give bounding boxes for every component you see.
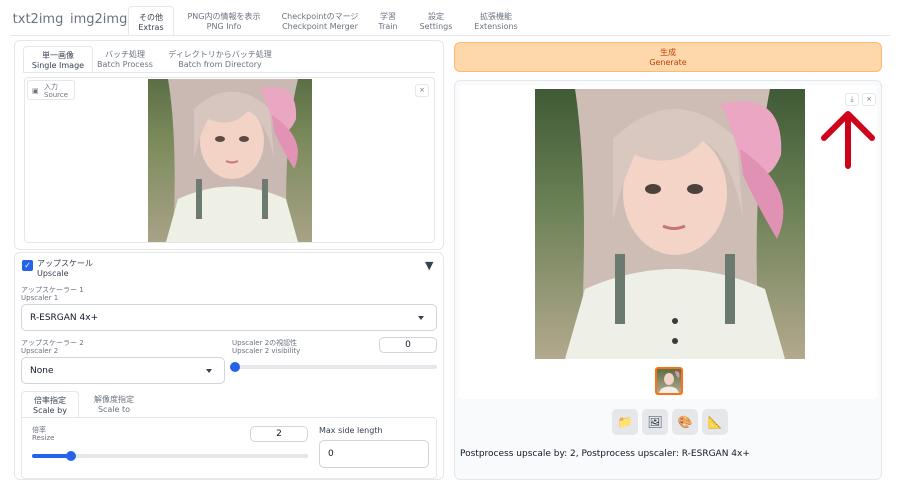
resize-label: 倍率 Resize [32,426,54,442]
tab-label-jp: Checkpointのマージ [281,12,359,21]
chevron-down-icon [206,368,212,373]
tab-label-en: Scale by [33,406,67,415]
upscale-panel: ✓ アップスケール Upscale ▼ アップスケーラー 1 Upscaler … [14,252,444,480]
tab-settings[interactable]: 設定 Settings [414,6,458,34]
generate-label-en: Generate [649,58,687,67]
visibility-label-jp: Upscaler 2の視認性 [232,339,298,347]
tab-label-jp: 拡張機能 [480,12,512,21]
subtab-single-image[interactable]: 単一画像 Single Image [23,46,93,72]
upscale-label-en: Upscale [37,269,69,278]
generation-info-text: Postprocess upscale by: 2, Postprocess u… [460,449,750,459]
resize-label-en: Resize [32,434,55,442]
folder-button[interactable]: 📁 [612,409,638,435]
upscaler1-value: R-ESRGAN 4x+ [30,312,99,323]
subtab-label-en: Single Image [31,61,85,70]
tab-label-jp: 倍率指定 [34,396,66,405]
subtab-batch-process[interactable]: バッチ処理 Batch Process [97,50,153,70]
tab-train[interactable]: 学習 Train [370,6,406,34]
image-icon: 🖼 [647,415,663,429]
tab-label-jp: PNG内の情報を表示 [187,12,261,21]
tab-label-jp: その他 [139,13,163,22]
upscaler1-label-jp: アップスケーラー 1 [21,286,84,294]
collapse-triangle-icon[interactable]: ▼ [425,259,433,272]
visibility-label-en: Upscaler 2 visibility [232,347,301,355]
subtab-label-en: Batch from Directory [178,60,262,69]
tab-img2img[interactable]: img2img [70,6,127,34]
tab-txt2img[interactable]: txt2img [12,6,64,34]
subtab-label-jp: バッチ処理 [105,50,145,59]
palette-icon: 🎨 [677,415,693,429]
tab-label-jp: 解像度指定 [94,395,134,404]
resize-slider-handle[interactable] [66,451,76,461]
gallery-thumbnail[interactable] [655,367,683,395]
portrait-thumbnail-illustration [659,371,680,393]
visibility-slider[interactable] [230,362,437,372]
upscaler2-value: None [30,365,54,376]
tab-scale-to[interactable]: 解像度指定 Scale to [85,395,143,415]
portrait-illustration [166,79,298,242]
image-icon: ▣ [32,87,39,95]
upscale-label-jp: アップスケール [37,259,93,268]
upscale-checkbox[interactable]: ✓ [22,260,33,271]
tab-label-en: Checkpoint Merger [282,22,358,31]
chevron-down-icon [418,315,424,320]
upscaler2-select[interactable]: None [21,357,225,384]
close-icon[interactable]: × [862,93,876,106]
upscaler1-label-en: Upscaler 1 [21,294,59,302]
input-panel: 単一画像 Single Image バッチ処理 Batch Process ディ… [14,40,444,250]
tab-label-en: Extensions [474,22,518,31]
subtab-label-jp: ディレクトリからバッチ処理 [168,50,272,59]
tab-label-jp: 設定 [428,12,444,21]
subtab-label-jp: 単一画像 [42,51,74,60]
tab-label-en: Settings [419,22,453,31]
upscaler2-label-jp: アップスケーラー 2 [21,339,84,347]
max-side-length-input[interactable]: 0 [319,440,429,468]
tab-extras[interactable]: その他 Extras [128,6,174,36]
download-icon[interactable]: ⤓ [845,93,859,106]
tab-label-en: PNG Info [206,22,242,31]
generate-button[interactable]: 生成 Generate [454,42,882,72]
resize-number-input[interactable]: 2 [250,426,308,442]
subtab-batch-from-directory[interactable]: ディレクトリからバッチ処理 Batch from Directory [165,50,275,70]
visibility-label: Upscaler 2の視認性 Upscaler 2 visibility [232,339,300,355]
upscaler1-label: アップスケーラー 1 Upscaler 1 [21,286,84,302]
source-image [148,79,312,242]
source-image-dropzone[interactable]: ▣ 入力 Source × [24,77,435,243]
generate-label-jp: 生成 [660,48,676,57]
triangle-ruler-icon: 📐 [707,415,723,429]
subtab-divider [23,72,435,73]
tab-checkpoint-merger[interactable]: Checkpointのマージ Checkpoint Merger [276,6,364,34]
scale-by-panel: 倍率 Resize 2 Max side length 0 [21,417,437,479]
red-arrow-annotation [821,111,875,169]
visibility-number-input[interactable]: 0 [379,337,437,353]
tab-label-en: Scale to [97,405,131,414]
portrait-illustration [565,89,785,359]
tab-png-info[interactable]: PNG内の情報を表示 PNG Info [178,6,270,34]
palette-button[interactable]: 🎨 [672,409,698,435]
close-icon[interactable]: × [415,84,429,97]
tab-label-en: Extras [138,23,164,32]
source-label: ▣ 入力 Source [27,80,75,100]
tab-bar-divider [10,35,890,36]
upscaler1-select[interactable]: R-ESRGAN 4x+ [21,304,437,331]
upscale-label: アップスケール Upscale [37,259,93,279]
folder-icon: 📁 [617,415,633,429]
max-side-length-label: Max side length [319,426,383,435]
output-gallery: ⤓ × [459,85,877,399]
tab-scale-by[interactable]: 倍率指定 Scale by [21,391,79,417]
image-button[interactable]: 🖼 [642,409,668,435]
subtab-label-en: Batch Process [97,60,153,69]
upscaler2-label: アップスケーラー 2 Upscaler 2 [21,339,84,355]
triangle-ruler-button[interactable]: 📐 [702,409,728,435]
tab-extensions[interactable]: 拡張機能 Extensions [466,6,526,34]
upscaler2-label-en: Upscaler 2 [21,347,59,355]
tab-label-jp: 学習 [380,12,396,21]
output-image[interactable] [535,89,805,359]
tab-label-en: Train [378,22,398,31]
resize-slider[interactable] [32,451,308,461]
visibility-slider-handle[interactable] [230,362,240,372]
resize-label-jp: 倍率 [32,426,46,434]
